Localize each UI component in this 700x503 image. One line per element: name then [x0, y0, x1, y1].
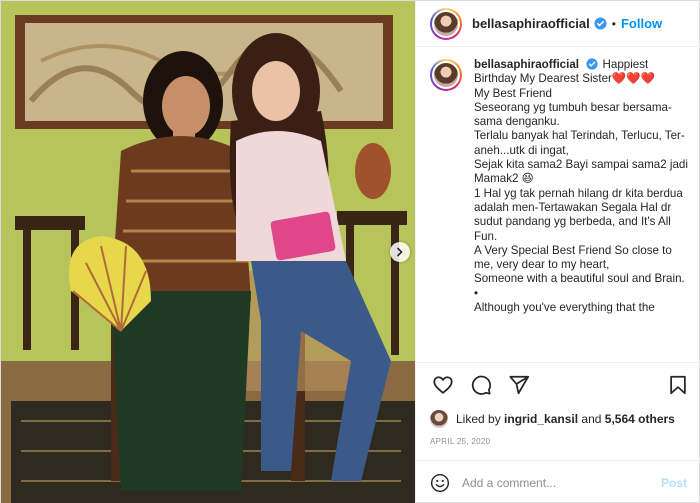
post-photo[interactable] [1, 1, 415, 503]
post-actions-section: Liked by ingrid_kansil and 5,564 others … [416, 362, 700, 446]
likes-middle: and [581, 412, 602, 426]
likes-count-link[interactable]: 5,564 others [605, 412, 675, 426]
caption: bellasaphiraofficial Happiest Birthday M… [430, 58, 689, 315]
caption-line: Although you've everything that the [474, 301, 655, 315]
comment-icon[interactable] [470, 374, 492, 396]
caption-line: Seseorang yg tumbuh besar bersama-sama d… [474, 100, 672, 129]
caption-line: A Very Special Best Friend So close to m… [474, 243, 672, 272]
post-header: bellasaphiraofficial • Follow [416, 1, 700, 47]
emoji-icon[interactable] [430, 473, 450, 493]
caption-text: bellasaphiraofficial Happiest Birthday M… [474, 58, 689, 315]
follow-button[interactable]: Follow [621, 16, 662, 31]
likes-prefix: Liked by [456, 412, 501, 426]
comments-area[interactable]: bellasaphiraofficial Happiest Birthday M… [416, 58, 700, 358]
add-comment-bar: Post [416, 460, 700, 503]
bookmark-icon[interactable] [667, 374, 689, 396]
post-comment-button[interactable]: Post [661, 476, 687, 490]
action-bar [416, 363, 700, 407]
post-side-panel: bellasaphiraofficial • Follow bellasaphi… [415, 1, 700, 503]
chevron-right-icon [397, 247, 403, 257]
caption-line: My Best Friend [474, 86, 552, 100]
instagram-post: bellasaphiraofficial • Follow bellasaphi… [0, 0, 700, 503]
avatar[interactable] [430, 7, 462, 40]
verified-badge-icon [586, 58, 599, 71]
paper-plane-icon[interactable] [508, 374, 530, 396]
caption-avatar[interactable] [430, 59, 462, 91]
post-date[interactable]: APRIL 25, 2020 [416, 431, 700, 446]
caption-line: Terlalu banyak hal Terindah, Terlucu, Te… [474, 129, 685, 157]
comment-input[interactable] [462, 475, 661, 490]
photo-illustration [1, 1, 415, 503]
caption-username[interactable]: bellasaphiraofficial [474, 58, 579, 71]
verified-badge-icon [594, 17, 607, 30]
likes-summary: Liked by ingrid_kansil and 5,564 others [416, 407, 700, 431]
separator-dot: • [611, 16, 616, 31]
heart-icon[interactable] [432, 374, 454, 396]
caption-line: Sejak kita sama2 Bayi sampai sama2 jadi … [474, 158, 688, 186]
liker-username[interactable]: ingrid_kansil [504, 412, 578, 426]
caption-line: Someone with a beautiful soul and Brain. [474, 272, 685, 286]
caption-line: • [474, 286, 479, 300]
caption-line: 1 Hal yg tak pernah hilang dr kita berdu… [474, 186, 683, 243]
carousel-next-button[interactable] [390, 242, 410, 262]
liker-avatar[interactable] [430, 410, 448, 428]
username-link[interactable]: bellasaphiraofficial [472, 16, 590, 31]
